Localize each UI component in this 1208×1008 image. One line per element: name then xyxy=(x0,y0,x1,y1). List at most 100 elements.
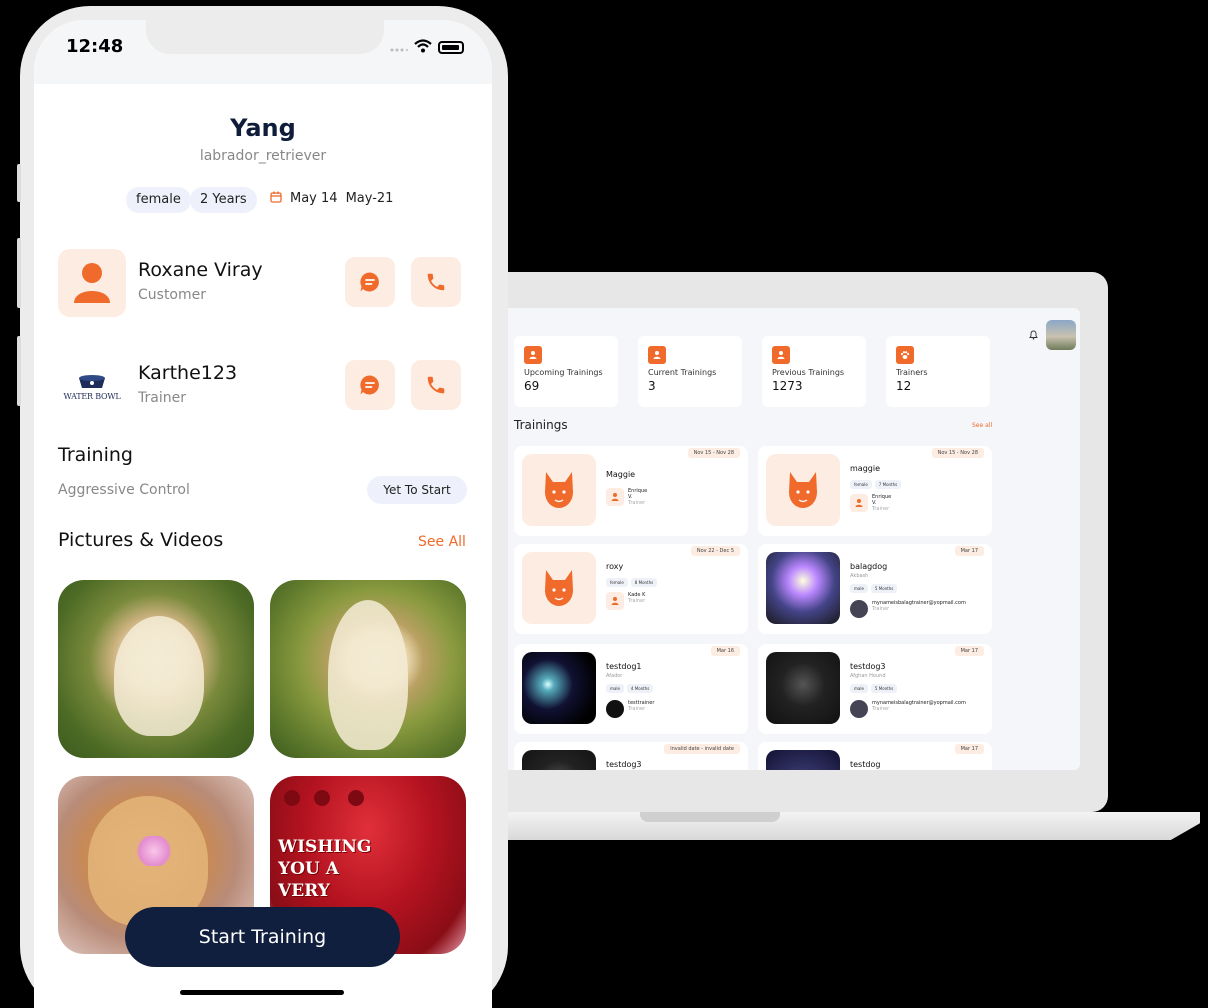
stat-card-previous[interactable]: Previous Trainings 1273 xyxy=(762,336,866,407)
training-card[interactable]: Mar 17 testdog xyxy=(758,742,992,770)
training-card[interactable]: Nov 15 - Nov 28 maggie female 7 Months E… xyxy=(758,446,992,536)
dog-name: balagdog xyxy=(850,562,888,571)
person-icon xyxy=(58,249,126,317)
phone-side-button xyxy=(17,164,21,202)
gender-chip: female xyxy=(606,578,628,587)
see-all-link[interactable]: See All xyxy=(418,534,466,550)
dog-name: testdog1 xyxy=(606,662,642,671)
end-date: May-21 xyxy=(345,191,394,206)
trainer-role: Trainer xyxy=(138,390,186,406)
dog-photo xyxy=(766,750,840,770)
customer-name: Roxane Viray xyxy=(138,259,263,281)
trainer-info: testtrainer Trainer xyxy=(606,700,654,718)
trainer-avatar xyxy=(850,700,868,718)
dog-placeholder-icon xyxy=(522,454,596,526)
training-card[interactable]: Nov 15 - Nov 28 Maggie Enrique V. Traine… xyxy=(514,446,748,536)
trainer-info: Enrique V. Trainer xyxy=(850,494,896,512)
dog-photo xyxy=(766,652,840,724)
dog-name: maggie xyxy=(850,464,880,473)
training-card[interactable]: Nov 22 - Dec 5 roxy female 8 Months Kade… xyxy=(514,544,748,634)
trainer-info: Enrique V. Trainer xyxy=(606,488,652,506)
pet-breed: labrador_retriever xyxy=(199,148,327,164)
status-bar: 12:48 xyxy=(34,20,492,84)
home-indicator xyxy=(180,990,344,995)
date-badge: Mar 17 xyxy=(954,744,984,754)
trainer-role: Trainer xyxy=(628,500,646,506)
chips: male 5 Months xyxy=(850,584,898,593)
date-range: May 14 May-21 xyxy=(270,191,393,206)
dog-name: Maggie xyxy=(606,470,636,479)
trainer-role: Trainer xyxy=(872,706,890,712)
date-badge: Mar 16 xyxy=(710,646,740,656)
training-card[interactable]: Mar 16 testdog1 Afador male 4 Months tes… xyxy=(514,644,748,734)
dog-name: testdog3 xyxy=(850,662,886,671)
training-card[interactable]: invalid date - invalid date testdog3 xyxy=(514,742,748,770)
wifi-icon xyxy=(414,38,432,57)
water-bowl-logo: WATER BOWL xyxy=(58,352,126,420)
gender-chip: male xyxy=(606,684,624,693)
date-badge: Mar 17 xyxy=(954,646,984,656)
bell-icon[interactable] xyxy=(1028,330,1038,340)
training-name: Aggressive Control xyxy=(58,482,190,498)
start-training-button[interactable]: Start Training xyxy=(125,907,400,967)
message-button[interactable] xyxy=(345,360,395,410)
age-chip: 7 Months xyxy=(874,480,902,489)
training-card[interactable]: Mar 17 testdog3 Afghan Hound male 5 Mont… xyxy=(758,644,992,734)
stat-card-trainers[interactable]: Trainers 12 xyxy=(886,336,990,407)
trainer-role: Trainer xyxy=(872,606,890,612)
photo-thumbnail[interactable] xyxy=(270,580,466,758)
customer-role: Customer xyxy=(138,287,207,303)
dog-photo xyxy=(522,750,596,770)
paw-icon xyxy=(896,346,914,364)
start-date: May 14 xyxy=(290,191,338,206)
status-time: 12:48 xyxy=(66,36,124,57)
stat-value: 12 xyxy=(896,379,912,393)
laptop-base xyxy=(470,812,1200,840)
gender-chip: male xyxy=(850,684,868,693)
phone-screen: 12:48 Yang labrador_retriever female 2 Y… xyxy=(34,20,492,1008)
signal-icon xyxy=(390,38,408,57)
message-button[interactable] xyxy=(345,257,395,307)
age-chip: 4 Months xyxy=(626,684,654,693)
trainings-title: Trainings xyxy=(514,418,568,432)
battery-icon xyxy=(438,41,464,54)
stat-label: Previous Trainings xyxy=(772,368,845,377)
stat-label: Current Trainings xyxy=(648,368,717,377)
photo-thumbnail[interactable] xyxy=(58,580,254,758)
person-icon xyxy=(648,346,666,364)
call-button[interactable] xyxy=(411,257,461,307)
ornament xyxy=(348,790,364,806)
person-icon xyxy=(606,592,624,610)
age-chip: 5 Months xyxy=(870,584,898,593)
age-pill: 2 Years xyxy=(190,187,257,213)
gender-chip: female xyxy=(850,480,872,489)
dog-breed: Akbash xyxy=(850,573,869,579)
dog-breed: Afghan Hound xyxy=(850,673,886,679)
dog-placeholder-icon xyxy=(522,552,596,624)
stat-card-current[interactable]: Current Trainings 3 xyxy=(638,336,742,407)
ornament xyxy=(284,790,300,806)
training-card[interactable]: Mar 17 balagdog Akbash male 5 Months myn… xyxy=(758,544,992,634)
dog-name: testdog xyxy=(850,760,881,769)
date-badge: Nov 15 - Nov 28 xyxy=(687,448,740,458)
trainer-info: mynameisbalagtrainer@yopmail.com Trainer xyxy=(850,700,966,718)
stat-value: 1273 xyxy=(772,379,803,393)
gender-chip: male xyxy=(850,584,868,593)
stat-value: 3 xyxy=(648,379,656,393)
date-badge: Mar 17 xyxy=(954,546,984,556)
trainer-info: mynameisbalagtrainer@yopmail.com Trainer xyxy=(850,600,966,618)
laptop-hinge xyxy=(640,812,780,822)
stat-card-upcoming[interactable]: Upcoming Trainings 69 xyxy=(514,336,618,407)
call-button[interactable] xyxy=(411,360,461,410)
person-icon xyxy=(606,488,624,506)
logo-text: WATER BOWL xyxy=(63,391,121,401)
phone-notch xyxy=(146,20,384,54)
customer-row: Roxane Viray Customer xyxy=(58,249,468,317)
date-badge: Nov 22 - Dec 5 xyxy=(690,546,740,556)
phone-side-button xyxy=(17,336,21,406)
phone-icon xyxy=(427,376,445,394)
chips: female 8 Months xyxy=(606,578,658,587)
stats-row: Upcoming Trainings 69 Current Trainings … xyxy=(514,336,990,407)
see-all-link[interactable]: See all xyxy=(972,422,992,429)
user-avatar[interactable] xyxy=(1046,320,1076,350)
